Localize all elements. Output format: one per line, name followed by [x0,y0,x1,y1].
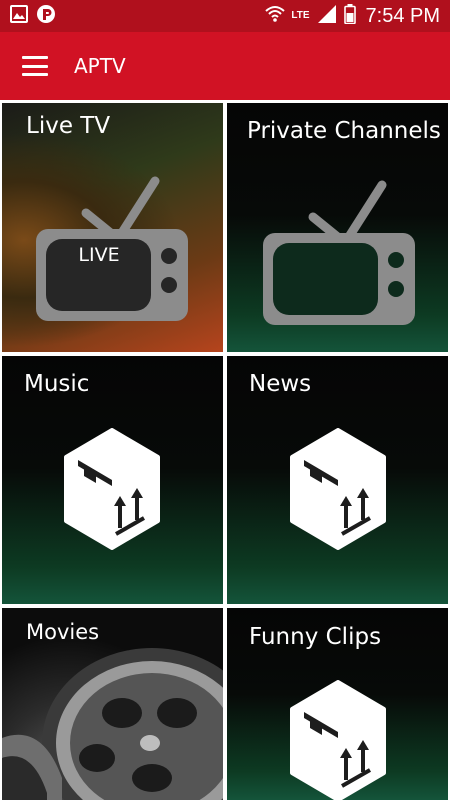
app-title: APTV [74,54,126,78]
battery-icon [343,4,356,28]
tile-label-movies: Movies [26,620,100,644]
tile-live-tv[interactable]: LIVE Live TV [2,103,223,352]
tile-music[interactable]: Music [2,356,223,604]
tile-private-channels[interactable]: Private Channels [227,103,448,352]
signal-icon [316,5,338,27]
status-time: 7:54 PM [365,4,440,27]
network-type-label: LTE [291,10,310,21]
tv-icon [263,180,415,325]
tile-movies[interactable]: Movies [2,608,223,800]
hamburger-menu-icon[interactable] [22,56,48,76]
app-bar: APTV [0,32,450,100]
tile-label-funny-clips: Funny Clips [249,624,382,650]
tile-label-news: News [249,371,312,397]
package-box-icon [64,428,160,550]
status-right-icons: LTE 7:54 PM [265,4,440,28]
tile-news[interactable]: News [227,356,448,604]
category-grid: LIVE Live TV Private Channels Music News… [0,100,450,800]
package-box-icon [290,428,386,550]
film-reel-icon [2,648,223,800]
wifi-icon [265,5,286,27]
status-left-icons [10,4,56,28]
p-app-icon [36,4,56,28]
status-bar: LTE 7:54 PM [0,0,450,32]
tile-label-live-tv: Live TV [26,113,111,139]
tv-icon [36,176,188,321]
tile-label-private-channels: Private Channels [247,118,441,144]
live-badge: LIVE [78,244,120,266]
tile-label-music: Music [24,371,90,397]
gallery-icon [10,5,28,27]
tile-funny-clips[interactable]: Funny Clips [227,608,448,800]
package-box-icon [290,680,386,800]
